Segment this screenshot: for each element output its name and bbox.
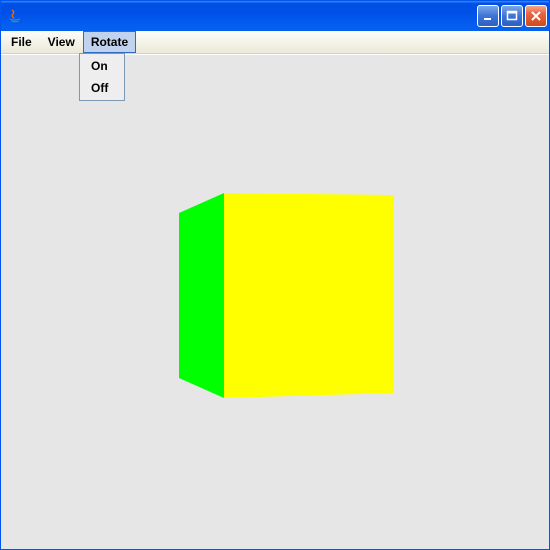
menu-view[interactable]: View xyxy=(40,31,83,53)
menubar: File View Rotate xyxy=(1,31,549,54)
cube-front-face xyxy=(224,193,394,398)
titlebar[interactable] xyxy=(1,1,549,31)
canvas-area xyxy=(1,54,549,549)
window-controls xyxy=(477,5,547,27)
java-icon xyxy=(7,8,23,24)
menu-rotate[interactable]: Rotate xyxy=(83,31,136,53)
cube-3d xyxy=(179,183,399,413)
dropdown-item-on[interactable]: On xyxy=(81,55,123,77)
minimize-button[interactable] xyxy=(477,5,499,27)
cube-left-face xyxy=(179,193,224,398)
close-button[interactable] xyxy=(525,5,547,27)
rotate-dropdown: On Off xyxy=(79,53,125,101)
dropdown-item-off[interactable]: Off xyxy=(81,77,123,99)
menu-file[interactable]: File xyxy=(3,31,40,53)
maximize-button[interactable] xyxy=(501,5,523,27)
